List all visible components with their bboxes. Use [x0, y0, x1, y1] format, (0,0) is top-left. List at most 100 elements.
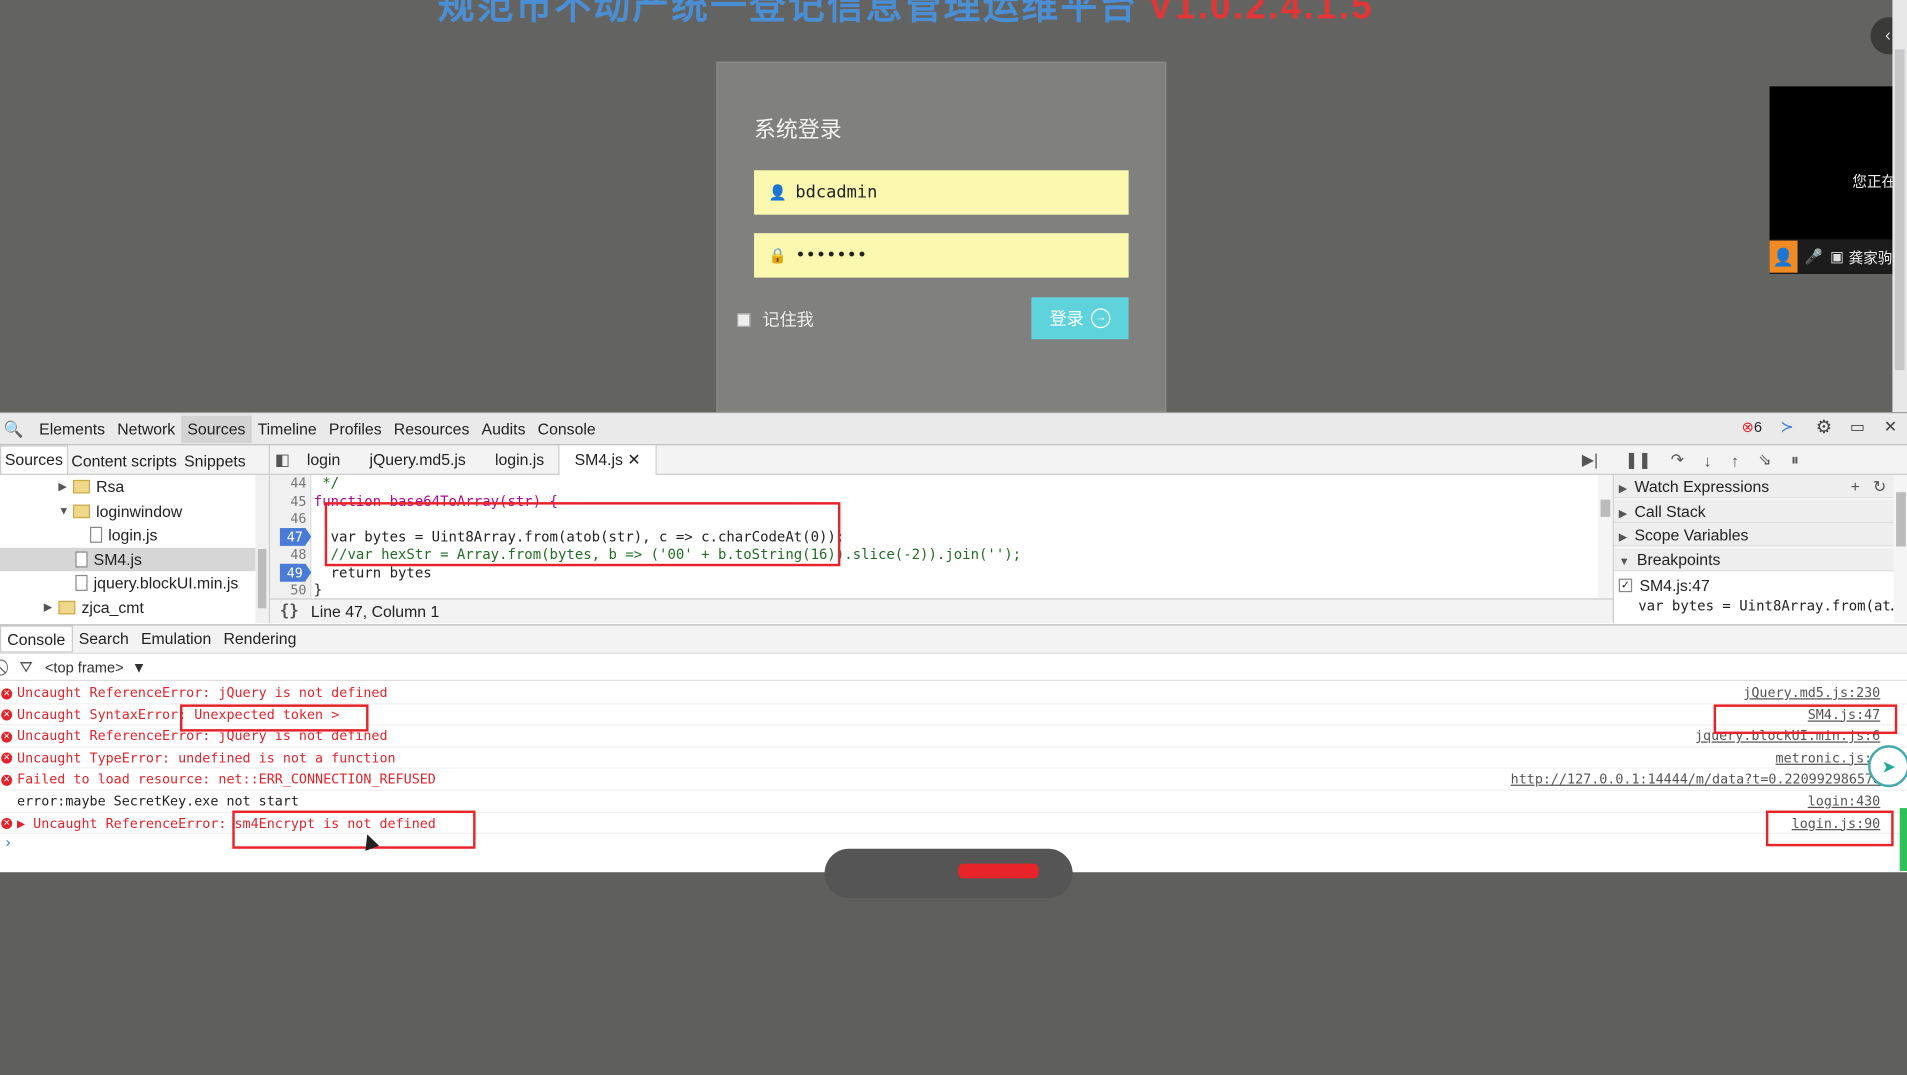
tab-elements[interactable]: Elements [33, 415, 111, 442]
tab-sources-nav[interactable]: Sources [0, 445, 68, 475]
error-icon: ✕ [1, 731, 13, 743]
screen-share-icon[interactable]: ▣ [1830, 248, 1844, 265]
step-into-icon[interactable]: ↓ [1704, 451, 1712, 470]
breakpoint-code: var bytes = Uint8Array.from(at… [1638, 597, 1900, 615]
step-out-icon[interactable]: ↑ [1731, 451, 1739, 470]
tree-item-zjca-cmt[interactable]: ▶ zjca_cmt [44, 595, 144, 618]
line-number[interactable]: 48 [270, 545, 311, 564]
tab-content-scripts[interactable]: Content scripts [68, 451, 181, 470]
mic-muted-icon[interactable]: 🎤 [1804, 248, 1822, 265]
console-drawer-icon[interactable]: ≻ [1781, 417, 1794, 437]
error-icon: ✕ [1, 709, 13, 721]
close-icon[interactable]: ✕ [1884, 417, 1897, 437]
line-gutter[interactable]: 44 45 46 47 48 49 50 [269, 474, 312, 599]
close-tab-icon[interactable]: ✕ [627, 450, 640, 469]
tab-audits[interactable]: Audits [475, 415, 531, 442]
tab-sources[interactable]: Sources [181, 415, 252, 443]
navigator-scrollbar[interactable] [255, 474, 269, 624]
line-number[interactable]: 44 [270, 475, 311, 492]
breakpoint-item[interactable]: ✓ SM4.js:47 [1618, 574, 1710, 597]
toggle-navigator-icon[interactable]: ◧ [275, 450, 290, 470]
console-prompt[interactable]: › [4, 834, 13, 851]
error-icon: ✕ [1, 687, 13, 699]
deactivate-breakpoints-icon[interactable]: ⇘ [1758, 450, 1771, 470]
breakpoint-marker[interactable]: 47 [279, 527, 312, 546]
drawer-tab-emulation[interactable]: Emulation [135, 625, 217, 652]
remember-me[interactable]: 记住我 [737, 307, 814, 332]
devtools-toolbar: 🔍 Elements Network Sources Timeline Prof… [0, 413, 1907, 446]
expand-icon: ▶ [58, 479, 67, 493]
tree-item-jquery-blockui[interactable]: jquery.blockUI.min.js [75, 571, 238, 594]
floating-meeting-toolbar[interactable] [824, 848, 1073, 899]
highlight-box [1713, 704, 1898, 735]
tree-item-loginwindow[interactable]: ▼ loginwindow [58, 499, 182, 522]
breakpoint-marker[interactable]: 49 [279, 563, 312, 582]
line-number[interactable]: 50 [270, 581, 311, 598]
error-count-badge[interactable]: ⊗6 [1742, 418, 1762, 435]
scroll-thumb[interactable] [1894, 49, 1905, 371]
breakpoint-label: SM4.js:47 [1639, 576, 1710, 595]
filter-icon[interactable]: ⛛ [19, 657, 32, 677]
password-field[interactable]: 🔒 ••••••• [754, 233, 1129, 278]
page-scrollbar[interactable] [1892, 0, 1907, 413]
breakpoint-checkbox[interactable]: ✓ [1618, 578, 1633, 593]
pretty-print-icon[interactable]: {} [280, 602, 299, 621]
lock-icon: 🔒 [768, 246, 787, 265]
send-icon[interactable]: ➤ [1868, 745, 1907, 788]
pane-watch-expressions[interactable]: ▶ Watch Expressions + ↻ [1613, 474, 1894, 499]
username-field[interactable]: 👤 bdcadmin [754, 170, 1129, 215]
source-link[interactable]: login:430 [1808, 791, 1880, 813]
refresh-icon[interactable]: ↻ [1873, 477, 1886, 496]
line-number[interactable]: 46 [270, 510, 311, 529]
drawer-tab-search[interactable]: Search [73, 625, 135, 652]
drawer-tab-console[interactable]: Console [0, 625, 73, 653]
tree-item-login-js[interactable]: login.js [89, 523, 157, 546]
debugger-sidebar: ▶ Watch Expressions + ↻ ▶ Call Stack ▶ Scope… [1612, 474, 1907, 624]
remember-checkbox[interactable] [737, 312, 751, 327]
frame-selector[interactable]: <top frame> ▼ [45, 658, 146, 675]
tab-resources[interactable]: Resources [388, 415, 476, 442]
side-indicator [1899, 808, 1907, 871]
highlight-box [232, 810, 476, 849]
cursor-position: Line 47, Column 1 [310, 602, 440, 621]
collapse-icon: ▼ [58, 503, 70, 517]
sidebar-scrollbar[interactable] [1893, 474, 1907, 624]
search-icon[interactable]: 🔍 [4, 419, 24, 439]
gear-icon[interactable]: ⚙ [1816, 416, 1832, 438]
chevron-down-icon: ▼ [131, 658, 147, 676]
folder-icon [58, 600, 76, 614]
web-page: 规范市不动产统一登记信息管理运维平台 V1.0.2.4.1.5 ‹ 系统登录 👤 … [0, 0, 1907, 413]
toggle-debugger-icon[interactable]: ▶| [1582, 450, 1598, 470]
folder-icon [72, 479, 90, 494]
editor-scrollbar[interactable] [1598, 474, 1613, 599]
video-call-panel: 您正在控 👤 🎤 ▣ 龚家驹的 [1769, 86, 1907, 274]
step-over-icon[interactable]: ↷ [1671, 450, 1684, 470]
dock-icon[interactable]: ▭ [1850, 417, 1865, 437]
password-value: ••••••• [795, 245, 868, 266]
source-link[interactable]: http://127.0.0.1:14444/m/data?t=0.220992… [1511, 769, 1898, 791]
login-button[interactable]: 登录 → [1031, 297, 1129, 340]
source-link[interactable]: jQuery.md5.js:230 [1743, 682, 1880, 704]
tab-snippets[interactable]: Snippets [180, 451, 249, 470]
pause-icon[interactable]: ❚❚ [1625, 450, 1652, 470]
tab-console[interactable]: Console [532, 415, 602, 442]
tree-item-rsa[interactable]: ▶ Rsa [58, 475, 124, 498]
source-link[interactable]: metronic.js:2 [1776, 747, 1881, 769]
tab-timeline[interactable]: Timeline [251, 415, 322, 442]
pane-scope-variables[interactable]: ▶ Scope Variables [1613, 523, 1894, 547]
file-tab-jquery-md5[interactable]: jQuery.md5.js [355, 445, 481, 475]
add-icon[interactable]: + [1851, 477, 1860, 496]
drawer-tab-rendering[interactable]: Rendering [217, 625, 302, 652]
pause-on-exceptions-icon[interactable]: ⏸ [1791, 450, 1799, 470]
tree-item-sm4-js[interactable]: SM4.js [0, 547, 256, 571]
tab-network[interactable]: Network [111, 415, 181, 442]
pane-call-stack[interactable]: ▶ Call Stack [1613, 499, 1894, 523]
file-tab-login[interactable]: login [292, 445, 355, 475]
tab-profiles[interactable]: Profiles [323, 415, 388, 442]
navigator-tabs: Sources Content scripts Snippets [0, 445, 270, 475]
line-number[interactable]: 45 [270, 492, 311, 511]
file-tab-login-js[interactable]: login.js [480, 445, 558, 475]
pane-breakpoints[interactable]: ▼ Breakpoints [1613, 547, 1894, 571]
error-icon: ✕ [1, 752, 13, 765]
file-tab-sm4[interactable]: SM4.js ✕ [558, 445, 657, 475]
